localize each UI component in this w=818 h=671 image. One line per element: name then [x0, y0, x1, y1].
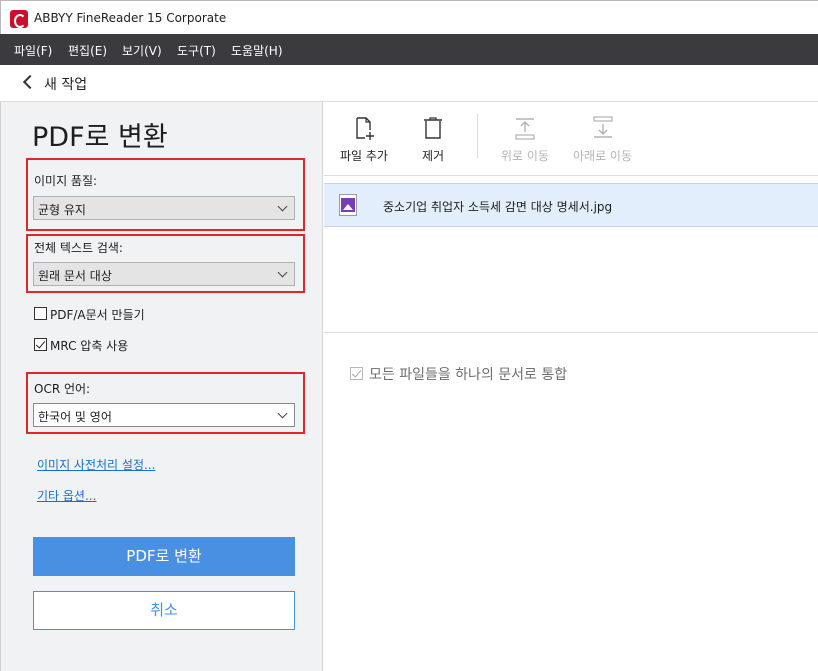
full-text-search-value: 원래 문서 대상	[38, 269, 112, 283]
file-list: 중소기업 취업자 소득세 감면 대상 명세서.jpg	[324, 176, 818, 333]
pdfa-checkbox[interactable]	[34, 307, 47, 320]
settings-panel: PDF로 변환 이미지 품질: 균형 유지 전체 텍스트 검색: 원래 문서 대…	[0, 102, 323, 671]
menu-file[interactable]: 파일(F)	[14, 42, 52, 59]
abbyy-logo-icon	[10, 10, 28, 28]
image-preprocessing-link[interactable]: 이미지 사전처리 설정...	[37, 456, 155, 473]
menu-bar: 파일(F) 편집(E) 보기(V) 도구(T) 도움말(H)	[0, 34, 818, 65]
move-up-label: 위로 이동	[501, 149, 549, 163]
nav-title[interactable]: 새 작업	[44, 74, 87, 94]
move-up-icon	[515, 118, 535, 140]
mrc-checkbox[interactable]	[34, 338, 47, 351]
back-arrow-icon[interactable]	[22, 74, 38, 90]
image-quality-value: 균형 유지	[38, 203, 86, 217]
image-quality-dropdown[interactable]: 균형 유지	[33, 196, 295, 220]
file-name: 중소기업 취업자 소득세 감면 대상 명세서.jpg	[383, 200, 613, 214]
move-down-label: 아래로 이동	[573, 149, 633, 163]
nav-bar: 새 작업	[0, 65, 818, 102]
mrc-label: MRC 압축 사용	[50, 339, 129, 353]
image-quality-group: 이미지 품질: 균형 유지	[26, 158, 305, 231]
merge-label: 모든 파일들을 하나의 문서로 통합	[369, 367, 568, 383]
merge-options-area: 모든 파일들을 하나의 문서로 통합	[324, 334, 818, 671]
remove-button[interactable]: 제거	[421, 116, 445, 164]
full-text-search-dropdown[interactable]: 원래 문서 대상	[33, 262, 295, 286]
file-toolbar: 파일 추가 제거 위로 이동 아래로 이동	[324, 102, 818, 176]
image-file-icon	[339, 194, 357, 216]
merge-checkbox[interactable]	[350, 367, 363, 380]
chevron-down-icon	[277, 408, 288, 419]
list-item[interactable]: 중소기업 취업자 소득세 감면 대상 명세서.jpg	[324, 183, 818, 227]
toolbar-divider	[477, 114, 478, 158]
chevron-down-icon	[277, 267, 288, 278]
convert-to-pdf-button[interactable]: PDF로 변환	[33, 537, 295, 576]
trash-icon	[424, 117, 442, 139]
move-down-icon	[592, 116, 613, 138]
pdfa-label: PDF/A문서 만들기	[50, 308, 145, 322]
add-file-label: 파일 추가	[340, 149, 388, 163]
image-quality-label: 이미지 품질:	[34, 174, 98, 188]
page-title: PDF로 변환	[32, 122, 168, 153]
full-text-search-label: 전체 텍스트 검색:	[34, 241, 123, 255]
ocr-language-dropdown[interactable]: 한국어 및 영어	[33, 403, 295, 427]
ocr-language-group: OCR 언어: 한국어 및 영어	[26, 372, 305, 434]
remove-label: 제거	[421, 149, 445, 163]
menu-tools[interactable]: 도구(T)	[177, 42, 216, 59]
menu-view[interactable]: 보기(V)	[122, 42, 162, 59]
ocr-language-label: OCR 언어:	[34, 382, 91, 396]
other-options-link[interactable]: 기타 옵션...	[37, 487, 96, 504]
ocr-language-value: 한국어 및 영어	[38, 410, 112, 424]
move-down-button[interactable]: 아래로 이동	[573, 116, 632, 164]
menu-help[interactable]: 도움말(H)	[231, 42, 283, 59]
move-up-button[interactable]: 위로 이동	[501, 116, 549, 164]
add-file-button[interactable]: 파일 추가	[340, 116, 388, 164]
window-title: ABBYY FineReader 15 Corporate	[34, 11, 227, 25]
title-bar: ABBYY FineReader 15 Corporate	[0, 0, 818, 34]
cancel-button[interactable]: 취소	[33, 591, 295, 630]
add-file-icon	[356, 117, 374, 140]
chevron-down-icon	[277, 201, 288, 212]
full-text-search-group: 전체 텍스트 검색: 원래 문서 대상	[26, 234, 305, 293]
menu-edit[interactable]: 편집(E)	[68, 42, 107, 59]
